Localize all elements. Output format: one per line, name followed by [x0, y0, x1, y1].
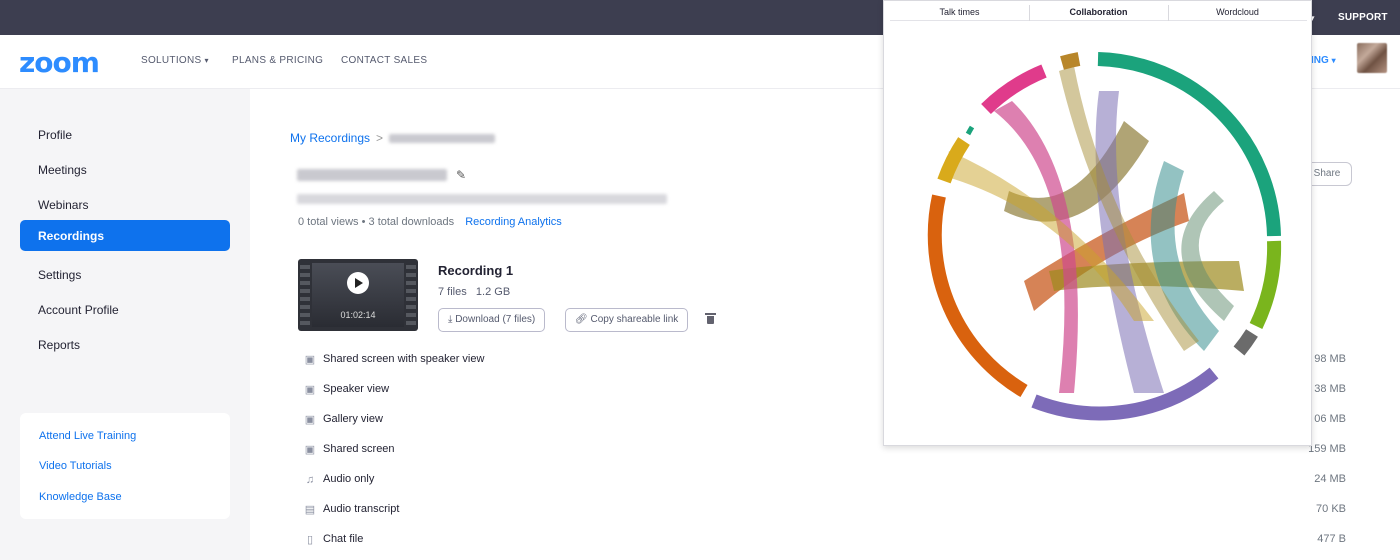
file-size: 70 KB [1316, 503, 1346, 515]
stats-separator: • [361, 216, 366, 228]
music-note-icon: ♫ [305, 474, 315, 486]
file-name: Audio only [323, 473, 375, 485]
sidebar-item-account-profile[interactable]: Account Profile [20, 294, 230, 325]
document-icon: ▯ [306, 534, 314, 546]
trash-icon-lid [705, 313, 716, 315]
download-icon: ⤓ [448, 314, 453, 325]
file-size: 98 MB [1314, 353, 1346, 365]
nav-account-menu[interactable]: ING ▾ [1311, 55, 1336, 66]
help-links-box: Attend Live Training Video Tutorials Kno… [20, 413, 230, 519]
download-button[interactable]: ⤓ Download (7 files) [438, 308, 546, 332]
nav-solutions-label: SOLUTIONS [141, 55, 202, 66]
sidebar-item-meetings[interactable]: Meetings [20, 154, 230, 185]
video-file-icon: ▣ [304, 444, 316, 456]
total-views: 0 total views [298, 216, 359, 228]
chord-arc-small-teal [965, 125, 975, 136]
play-icon[interactable] [347, 272, 369, 294]
analytics-popup: Talk times Collaboration Wordcloud [883, 0, 1312, 446]
knowledge-base-link[interactable]: Knowledge Base [39, 491, 122, 503]
file-size: 159 MB [1308, 443, 1346, 455]
breadcrumb-separator: > [376, 131, 384, 145]
recording-size: 1.2 GB [475, 286, 511, 298]
support-link[interactable]: SUPPORT [1338, 12, 1388, 23]
video-tutorials-link[interactable]: Video Tutorials [39, 460, 112, 472]
nav-solutions[interactable]: SOLUTIONS ▾ [141, 55, 209, 66]
breadcrumb-current-redacted [389, 134, 496, 144]
sidebar: Profile Meetings Webinars Recordings Set… [0, 89, 250, 560]
nav-contact-sales[interactable]: CONTACT SALES [341, 55, 427, 66]
sidebar-item-settings[interactable]: Settings [20, 259, 230, 290]
file-size: 06 MB [1314, 413, 1346, 425]
recording-duration: 01:02:14 [340, 310, 376, 320]
trash-icon[interactable] [705, 313, 716, 324]
file-name: Shared screen with speaker view [323, 353, 485, 365]
breadcrumb-my-recordings[interactable]: My Recordings [290, 131, 370, 145]
recording-files-count: 7 files [438, 286, 467, 298]
transcript-icon: ▤ [304, 504, 316, 516]
file-size: 24 MB [1314, 473, 1346, 485]
recording-title[interactable]: Recording 1 [438, 263, 513, 278]
recording-analytics-link[interactable]: Recording Analytics [465, 216, 562, 228]
attend-live-training-link[interactable]: Attend Live Training [39, 430, 136, 442]
chord-ribbon [994, 101, 1078, 393]
meeting-details-redacted [297, 194, 667, 204]
tab-collaboration[interactable]: Collaboration [1029, 7, 1168, 17]
collaboration-chord-diagram [927, 52, 1282, 421]
sidebar-item-profile[interactable]: Profile [20, 119, 230, 150]
file-row[interactable]: ♫ Audio only 24 MB [304, 472, 1354, 492]
file-size: 477 B [1317, 533, 1346, 545]
pencil-icon[interactable]: ✎ [456, 168, 466, 182]
zoom-logo[interactable]: zoom [19, 46, 100, 79]
video-file-icon: ▣ [304, 414, 316, 426]
chevron-down-icon: ▾ [1331, 56, 1336, 65]
copy-link-label: Copy shareable link [590, 314, 679, 325]
tab-talk-times[interactable]: Talk times [890, 7, 1029, 17]
download-button-label: Download (7 files) [455, 314, 536, 325]
video-file-icon: ▣ [304, 384, 316, 396]
file-size: 38 MB [1314, 383, 1346, 395]
chord-arc-pink [981, 64, 1047, 115]
chevron-down-icon: ▾ [204, 56, 209, 65]
total-downloads: 3 total downloads [368, 216, 455, 228]
file-name: Chat file [323, 533, 364, 545]
file-name: Gallery view [323, 413, 383, 425]
recording-stats: 0 total views • 3 total downloads Record… [298, 216, 562, 228]
chord-ribbons [944, 66, 1244, 393]
sidebar-item-webinars[interactable]: Webinars [20, 189, 230, 220]
trash-icon-can [707, 316, 714, 324]
nav-account-label: ING [1311, 55, 1329, 66]
copy-shareable-link-button[interactable]: 🔗︎ Copy shareable link [565, 308, 689, 332]
recording-thumbnail[interactable]: 01:02:14 [298, 259, 418, 331]
page-title-redacted [297, 169, 447, 181]
chord-arc-brown [1060, 52, 1081, 70]
nav-plans-pricing[interactable]: PLANS & PRICING [232, 55, 323, 66]
chord-arc-orange [927, 194, 1028, 398]
link-icon: 🔗︎ [575, 314, 588, 325]
sidebar-item-reports[interactable]: Reports [20, 329, 230, 360]
breadcrumb: My Recordings > [290, 131, 496, 145]
file-name: Speaker view [323, 383, 390, 395]
tab-wordcloud[interactable]: Wordcloud [1168, 7, 1307, 17]
video-file-icon: ▣ [304, 354, 316, 366]
analytics-tabs: Talk times Collaboration Wordcloud [890, 5, 1307, 21]
chord-arc-grey [1233, 329, 1258, 356]
recording-meta: 7 files 1.2 GB [438, 286, 510, 298]
file-row[interactable]: ▯ Chat file 477 B [304, 532, 1354, 552]
file-name: Audio transcript [323, 503, 400, 515]
file-row[interactable]: ▤ Audio transcript 70 KB [304, 502, 1354, 522]
sidebar-item-recordings[interactable]: Recordings [20, 220, 230, 251]
file-name: Shared screen [323, 443, 395, 455]
chord-arc-green [1249, 240, 1282, 330]
avatar[interactable] [1357, 43, 1387, 73]
